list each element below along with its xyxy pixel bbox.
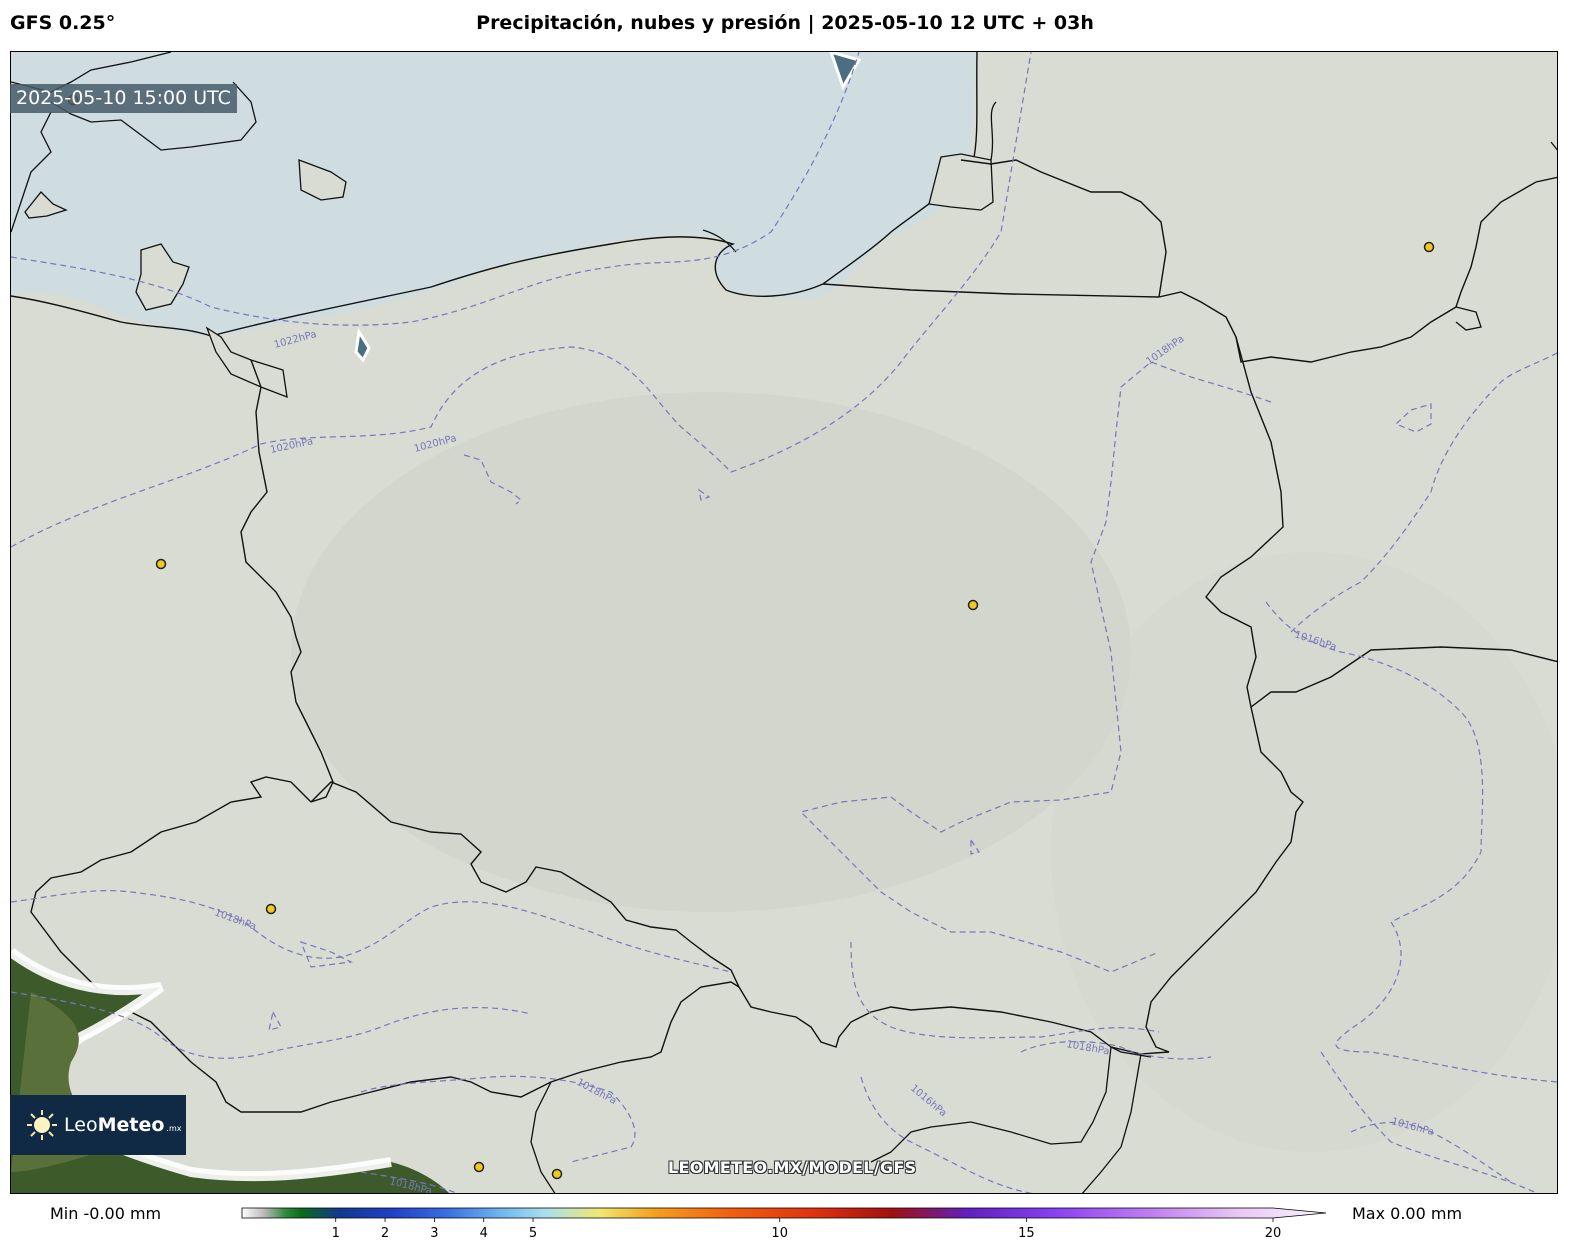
city-marker[interactable]: [473, 1161, 485, 1173]
city-marker[interactable]: [265, 903, 277, 915]
colorbar-tick-label: 1: [332, 1226, 340, 1241]
colorbar-ticks: 1 2 3 4 5 10 15 20: [332, 1218, 1282, 1241]
valid-time-badge: 2025-05-10 15:00 UTC: [10, 84, 237, 113]
map-canvas: 1022hPa 1020hPa 1020hPa 1018hPa 1016hPa …: [11, 52, 1557, 1193]
sun-icon: [27, 1110, 57, 1140]
colorbar-tick-label: 10: [771, 1226, 788, 1241]
colorbar-bar: [241, 1207, 1327, 1219]
map-title: Precipitación, nubes y presión | 2025-05…: [476, 12, 1094, 34]
site-watermark: LEOMETEO.MX/MODEL/GFS: [668, 1158, 917, 1177]
colorbar-tick-label: 15: [1018, 1226, 1035, 1241]
city-marker[interactable]: [551, 1168, 563, 1180]
leometeo-logo[interactable]: LeoMeteo .mx: [10, 1095, 186, 1155]
colorbar-tick-label: 20: [1265, 1226, 1282, 1241]
map-frame[interactable]: 1022hPa 1020hPa 1020hPa 1018hPa 1016hPa …: [10, 51, 1558, 1194]
city-marker[interactable]: [1423, 241, 1435, 253]
city-marker[interactable]: [967, 599, 979, 611]
colorbar-tick-label: 3: [430, 1226, 438, 1241]
legend-max: Max 0.00 mm: [1352, 1204, 1463, 1223]
logo-suffix: .mx: [166, 1123, 182, 1133]
precipitation-colorbar: 1 2 3 4 5 10 15 20: [241, 1207, 1327, 1241]
colorbar-tick-label: 4: [480, 1226, 488, 1241]
legend-min: Min -0.00 mm: [50, 1204, 162, 1223]
logo-text: LeoMeteo: [64, 1114, 165, 1136]
colorbar-tick-label: 5: [529, 1226, 537, 1241]
city-marker[interactable]: [155, 558, 167, 570]
terrain-shade: [291, 392, 1131, 912]
colorbar-tick-label: 2: [381, 1226, 389, 1241]
